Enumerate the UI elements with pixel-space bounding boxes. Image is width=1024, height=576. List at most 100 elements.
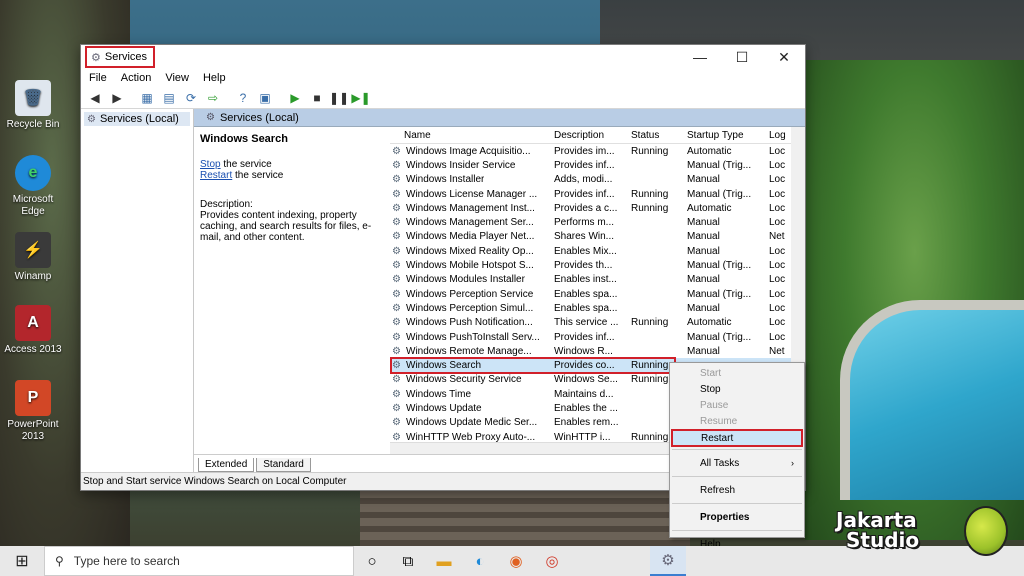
service-name-text: Windows License Manager ...: [406, 188, 538, 200]
services-icon[interactable]: ⚙: [650, 546, 686, 576]
wallpaper-pool: [840, 300, 1024, 500]
tab-standard[interactable]: Standard: [256, 458, 311, 472]
back-icon[interactable]: ◀: [85, 89, 105, 107]
search-placeholder: Type here to search: [73, 554, 180, 568]
properties-icon[interactable]: ▤: [159, 89, 179, 107]
show-action-pane-icon[interactable]: ▣: [255, 89, 275, 107]
services-icon: ⚙: [87, 113, 96, 125]
edge-icon[interactable]: ◐: [462, 546, 498, 576]
column-header-name[interactable]: Name: [390, 130, 552, 141]
table-row[interactable]: ⚙ Windows Modules Installer Enables inst..…: [390, 273, 805, 287]
desktop-icon-winamp[interactable]: ⚡ Winamp: [0, 232, 66, 283]
service-name-text: Windows Media Player Net...: [406, 231, 535, 243]
menu-item-all-tasks[interactable]: All Tasks ›: [670, 452, 804, 474]
export-list-icon[interactable]: ⇨: [203, 89, 223, 107]
table-row[interactable]: ⚙ Windows Remote Manage... Windows R... Man…: [390, 344, 805, 358]
desktop-icon-label: Microsoft Edge: [12, 194, 54, 217]
service-gear-icon: ⚙: [392, 274, 401, 286]
stop-service-icon[interactable]: ■: [307, 89, 327, 107]
service-gear-icon: ⚙: [392, 374, 401, 386]
recycle-bin-icon: 🗑: [15, 80, 51, 116]
watermark-logo: Jakarta Studio: [836, 506, 1016, 562]
service-name-text: Windows Push Notification...: [406, 317, 533, 329]
tree-item-label: Services (Local): [99, 113, 179, 125]
menu-item-start[interactable]: Start: [670, 365, 804, 381]
minimize-button[interactable]: —: [679, 45, 721, 69]
edge-icon: e: [15, 155, 51, 191]
restart-service-link[interactable]: Restart: [200, 170, 232, 181]
column-header-description[interactable]: Description: [552, 130, 629, 141]
table-row[interactable]: ⚙ Windows Management Inst... Provides a c.…: [390, 201, 805, 215]
file-explorer-icon[interactable]: ▬: [426, 546, 462, 576]
table-row[interactable]: ⚙ Windows Media Player Net... Shares Win..…: [390, 230, 805, 244]
service-name-text: Windows Update Medic Ser...: [406, 417, 538, 429]
show-hide-console-tree-icon[interactable]: ▦: [137, 89, 157, 107]
detail-service-name: Windows Search: [200, 133, 288, 145]
menu-item-restart[interactable]: Restart: [671, 429, 803, 447]
desktop-icon-recycle-bin[interactable]: 🗑 Recycle Bin: [0, 80, 66, 131]
services-icon: ⚙: [206, 112, 215, 123]
service-name-text: Windows PushToInstall Serv...: [406, 331, 540, 343]
service-startup-cell: Manual: [687, 174, 720, 186]
service-name-text: Windows Update: [406, 402, 482, 414]
service-gear-icon: ⚙: [392, 260, 401, 272]
desktop-icon-edge[interactable]: e Microsoft Edge: [0, 155, 66, 218]
table-row[interactable]: ⚙ Windows Management Ser... Performs m... M…: [390, 215, 805, 229]
menu-help[interactable]: Help: [203, 72, 226, 84]
service-description-cell: Shares Win...: [554, 231, 615, 243]
maximize-button[interactable]: ☐: [721, 45, 763, 69]
help-icon[interactable]: ?: [233, 89, 253, 107]
menu-item-resume[interactable]: Resume: [670, 413, 804, 429]
start-service-icon[interactable]: ▶: [285, 89, 305, 107]
table-row[interactable]: ⚙ Windows Mobile Hotspot S... Provides th.…: [390, 258, 805, 272]
menu-file[interactable]: File: [89, 72, 107, 84]
taskbar-search-box[interactable]: ⚲ Type here to search: [44, 546, 354, 576]
table-row[interactable]: ⚙ Windows License Manager ... Provides inf…: [390, 187, 805, 201]
service-name-text: Windows Security Service: [406, 374, 522, 386]
service-startup-cell: Manual: [687, 274, 720, 286]
task-view-icon[interactable]: ⧉: [390, 546, 426, 576]
chrome-icon[interactable]: ◎: [534, 546, 570, 576]
title-highlight-box: ⚙ Services: [85, 46, 156, 68]
close-button[interactable]: ✕: [763, 45, 805, 69]
tab-extended[interactable]: Extended: [198, 458, 255, 472]
refresh-icon[interactable]: ⟳: [181, 89, 201, 107]
service-gear-icon: ⚙: [392, 431, 401, 443]
forward-icon[interactable]: ▶: [107, 89, 127, 107]
detail-stop-line: Stop the service: [200, 159, 384, 170]
column-header-startup-type[interactable]: Startup Type: [685, 130, 767, 141]
service-description-cell: Provides im...: [554, 145, 615, 157]
menu-item-pause[interactable]: Pause: [670, 397, 804, 413]
restart-service-icon[interactable]: ▶❚: [351, 89, 371, 107]
windows-start-icon[interactable]: ⊞: [0, 546, 44, 576]
table-row[interactable]: ⚙ Windows PushToInstall Serv... Provides i…: [390, 330, 805, 344]
menu-item-properties[interactable]: Properties: [670, 506, 804, 528]
content-header-title: Services (Local): [219, 111, 299, 124]
tree-item-services-local[interactable]: ⚙ Services (Local): [84, 112, 190, 126]
pause-service-icon[interactable]: ❚❚: [329, 89, 349, 107]
title-bar[interactable]: ⚙ Services — ☐ ✕: [81, 45, 805, 69]
table-row[interactable]: ⚙ Windows Image Acquisitio... Provides im.…: [390, 144, 805, 158]
service-gear-icon: ⚙: [392, 345, 401, 357]
table-row[interactable]: ⚙ Windows Perception Simul... Enables spa.…: [390, 301, 805, 315]
stop-service-link[interactable]: Stop: [200, 159, 221, 170]
cortana-icon[interactable]: ○: [354, 546, 390, 576]
menu-item-refresh[interactable]: Refresh: [670, 479, 804, 501]
desktop-icon-powerpoint[interactable]: P PowerPoint 2013: [0, 380, 66, 443]
table-row[interactable]: ⚙ Windows Mixed Reality Op... Enables Mix.…: [390, 244, 805, 258]
table-row[interactable]: ⚙ Windows Insider Service Provides inf... M…: [390, 158, 805, 172]
table-row[interactable]: ⚙ Windows Installer Adds, modi... Manual Loc: [390, 173, 805, 187]
table-row[interactable]: ⚙ Windows Push Notification... This servic…: [390, 316, 805, 330]
menu-action[interactable]: Action: [121, 72, 152, 84]
table-row[interactable]: ⚙ Windows Perception Service Enables spa..…: [390, 287, 805, 301]
service-description-cell: Enables inst...: [554, 274, 617, 286]
menu-view[interactable]: View: [165, 72, 189, 84]
column-header-status[interactable]: Status: [629, 130, 685, 141]
desktop-icon-access[interactable]: A Access 2013: [0, 305, 66, 356]
service-gear-icon: ⚙: [392, 288, 401, 300]
firefox-icon[interactable]: ◉: [498, 546, 534, 576]
menu-item-stop[interactable]: Stop: [670, 381, 804, 397]
service-startup-cell: Manual (Trig...: [687, 188, 752, 200]
menu-separator: [672, 449, 802, 450]
service-startup-cell: Manual (Trig...: [687, 159, 752, 171]
